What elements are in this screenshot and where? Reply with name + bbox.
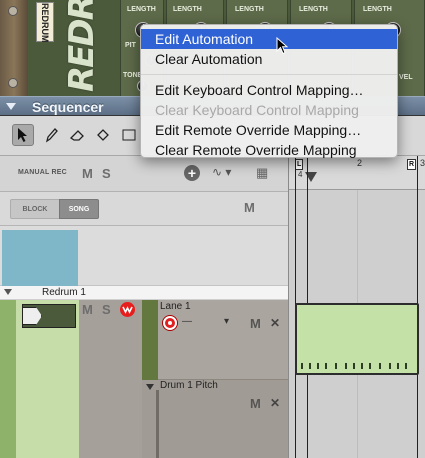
- channel-vel-label: VEL: [399, 74, 413, 81]
- automation-lane-divider: [156, 390, 159, 458]
- rack-screw-icon: [8, 78, 18, 88]
- automation-lane[interactable]: Drum 1 Pitch M ✕: [142, 380, 288, 458]
- rack-screw-icon: [8, 6, 18, 16]
- record-enable-icon[interactable]: [120, 302, 135, 317]
- mouse-cursor-icon: [276, 37, 288, 55]
- redrum-device-icon[interactable]: [22, 304, 76, 328]
- clip-note: [397, 363, 399, 369]
- clip-note: [301, 363, 303, 369]
- add-track-icon[interactable]: +: [184, 165, 200, 181]
- pencil-icon: [45, 128, 58, 143]
- collapse-triangle-icon[interactable]: [6, 103, 16, 110]
- loop-start-label: 4: [298, 170, 303, 179]
- razor-icon: [97, 129, 109, 141]
- track-name: Redrum 1: [42, 287, 86, 298]
- eraser-icon: [69, 130, 84, 141]
- automation-view-icon[interactable]: ∿ ▾: [212, 165, 231, 179]
- mute-tool-button[interactable]: [118, 124, 140, 146]
- sequencer-title: Sequencer: [32, 99, 104, 115]
- track-name-row[interactable]: Redrum 1: [0, 286, 288, 300]
- clip-note: [335, 363, 337, 369]
- lane-record-icon[interactable]: [163, 316, 177, 330]
- clip-note: [317, 363, 319, 369]
- clip-note: [379, 363, 381, 369]
- note-clip[interactable]: [295, 303, 419, 375]
- mute-all-button[interactable]: M: [82, 166, 93, 181]
- track-solo-button[interactable]: S: [102, 302, 111, 317]
- menu-item-edit-automation[interactable]: Edit Automation: [141, 29, 397, 49]
- channel-length-label: LENGTH: [235, 6, 264, 13]
- lane-color-band: [142, 300, 158, 380]
- left-locator-marker[interactable]: L: [295, 159, 304, 170]
- menu-item-clear-keyboard-mapping: Clear Keyboard Control Mapping: [155, 102, 359, 118]
- razor-tool-button[interactable]: [92, 124, 114, 146]
- automation-close-icon[interactable]: ✕: [270, 396, 280, 410]
- menu-item-edit-remote-override[interactable]: Edit Remote Override Mapping…: [141, 120, 397, 140]
- grid-view-icon[interactable]: ▦: [256, 165, 268, 181]
- pencil-tool-button[interactable]: [40, 124, 62, 146]
- app-root: REDRUM REDR LENGTH PIT TONE LENGTH LENGT…: [0, 0, 425, 458]
- eraser-tool-button[interactable]: [66, 124, 88, 146]
- right-locator-marker[interactable]: R: [407, 159, 417, 170]
- channel-length-label: LENGTH: [173, 6, 202, 13]
- menu-item-clear-remote-override[interactable]: Clear Remote Override Mapping: [141, 140, 397, 160]
- lane-value: —: [182, 316, 192, 327]
- lane-dropdown-icon[interactable]: ▾: [224, 316, 229, 327]
- clip-note: [405, 363, 407, 369]
- channel-length-label: LENGTH: [127, 6, 156, 13]
- channel-length-label: LENGTH: [299, 6, 328, 13]
- timeline-ruler[interactable]: L 4 2 R 3: [289, 156, 425, 190]
- lane-close-icon[interactable]: ✕: [270, 316, 280, 330]
- redrum-logo: REDR: [62, 0, 102, 92]
- device-arrow-icon: [22, 307, 42, 325]
- note-lane[interactable]: Lane 1 — ▾ M ✕: [158, 300, 288, 380]
- clip-note: [369, 363, 371, 369]
- ruler-tick-3: 3: [420, 158, 425, 168]
- automation-fold-icon[interactable]: [146, 384, 154, 390]
- block-mode-button[interactable]: BLOCK: [10, 199, 60, 219]
- automation-context-menu: Edit Automation Clear Automation Edit Ke…: [140, 24, 398, 158]
- song-mode-button[interactable]: SONG: [59, 199, 99, 219]
- track-controls: M S: [80, 300, 142, 458]
- clip-note: [345, 363, 347, 369]
- clip-note: [353, 363, 355, 369]
- track-list-header: MANUAL REC M S + ∿ ▾ ▦: [0, 156, 288, 192]
- track-color-tile[interactable]: [0, 300, 80, 458]
- transport-track-color: [2, 230, 78, 286]
- channel-length-label: LENGTH: [363, 6, 392, 13]
- track-mute-button[interactable]: M: [82, 302, 93, 317]
- mute-tool-icon: [122, 129, 136, 141]
- automation-lane-name: Drum 1 Pitch: [160, 380, 218, 391]
- device-label: REDRUM: [36, 2, 54, 43]
- clip-note: [389, 363, 391, 369]
- blocks-mute-button[interactable]: M: [244, 200, 255, 215]
- fold-track-icon[interactable]: [4, 289, 12, 295]
- channel-pitch-label: PIT: [125, 42, 136, 49]
- lane-mute-button[interactable]: M: [250, 316, 261, 331]
- arrange-timeline[interactable]: L 4 2 R 3: [288, 156, 425, 458]
- block-song-mode-bar: BLOCK SONG M: [0, 192, 288, 226]
- solo-all-button[interactable]: S: [102, 166, 111, 181]
- clip-note: [309, 363, 311, 369]
- menu-item-edit-keyboard-mapping[interactable]: Edit Keyboard Control Mapping…: [141, 80, 397, 100]
- track-color-strip: [0, 300, 16, 458]
- arrow-pointer-icon: [18, 128, 27, 142]
- clip-note: [361, 363, 363, 369]
- selection-tool-button[interactable]: [12, 124, 34, 146]
- menu-item-clear-automation[interactable]: Clear Automation: [141, 49, 397, 69]
- clip-note: [325, 363, 327, 369]
- manual-rec-button[interactable]: MANUAL REC: [18, 169, 67, 176]
- automation-mute-button[interactable]: M: [250, 396, 261, 411]
- lane-name: Lane 1: [160, 301, 191, 312]
- transport-track-area: [0, 226, 288, 286]
- rack-rail: [0, 0, 28, 96]
- menu-separator: [141, 74, 397, 75]
